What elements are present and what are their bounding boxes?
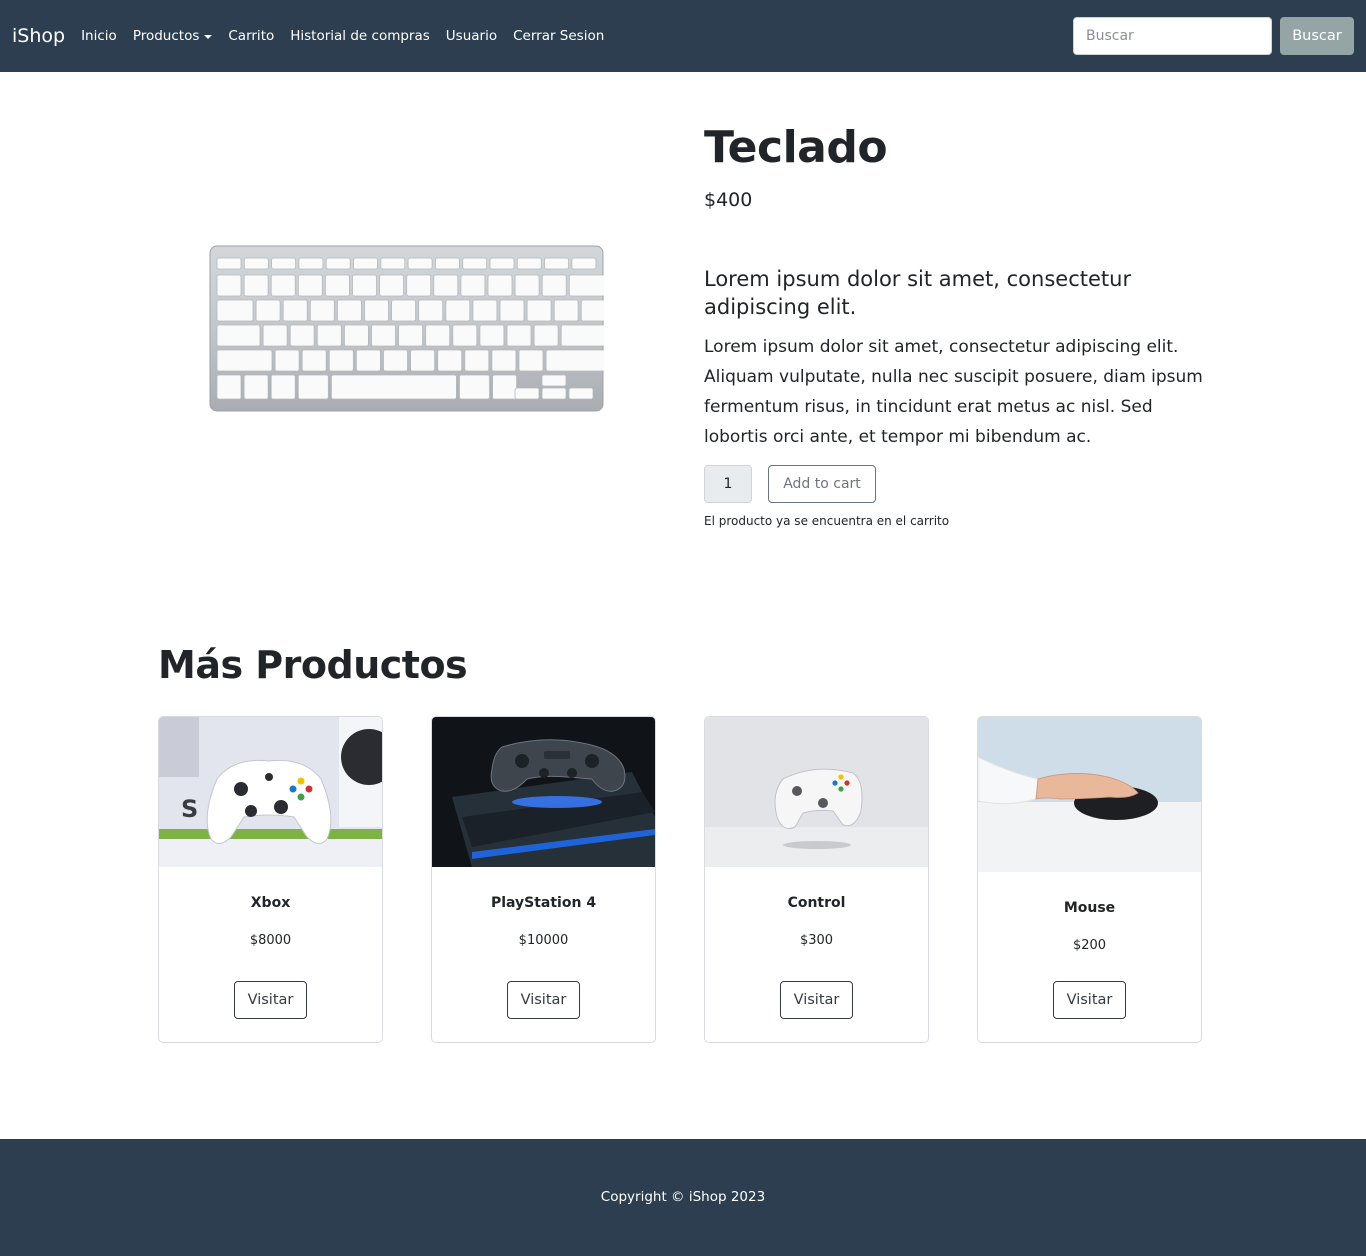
cart-status-note: El producto ya se encuentra en el carrit… (704, 514, 950, 528)
card-price: $300 (799, 933, 834, 948)
product-card-control: Control $300 Visitar (704, 716, 929, 1043)
xbox-controller-image: S (159, 717, 382, 867)
card-price: $8000 (249, 933, 292, 948)
quantity-input[interactable] (704, 465, 752, 503)
gamepad-controller-image (705, 717, 928, 867)
product-title: Teclado (704, 122, 888, 173)
footer: Copyright © iShop 2023 (0, 1139, 1366, 1256)
nav-link-historial[interactable]: Historial de compras (290, 28, 430, 44)
product-lead: Lorem ipsum dolor sit amet, consectetur … (704, 267, 1132, 319)
nav-link-usuario[interactable]: Usuario (446, 28, 497, 44)
svg-text:S: S (181, 795, 198, 823)
more-products-title: Más Productos (158, 643, 468, 687)
footer-copyright: Copyright © iShop 2023 (600, 1189, 766, 1205)
search-button[interactable]: Buscar (1280, 17, 1354, 55)
product-price: $400 (704, 189, 753, 211)
navbar: iShop Inicio Productos Carrito Historial… (0, 0, 1366, 72)
product-card-xbox: S Xbox $8000 Visitar (158, 716, 383, 1043)
nav-dropdown-productos[interactable]: Productos (133, 28, 213, 44)
brand-logo[interactable]: iShop (12, 25, 65, 47)
visit-button-mouse[interactable]: Visitar (1053, 981, 1126, 1019)
mouse-product-image (978, 717, 1201, 872)
search-form: Buscar (1073, 17, 1354, 55)
product-description: Lorem ipsum dolor sit amet, consectetur … (704, 337, 1203, 447)
product-card-mouse: Mouse $200 Visitar (977, 716, 1202, 1043)
nav-link-carrito[interactable]: Carrito (228, 28, 274, 44)
card-name: Control (787, 895, 846, 911)
playstation-4-image (432, 717, 655, 867)
nav-link-cerrar-sesion[interactable]: Cerrar Sesion (513, 28, 604, 44)
nav-dropdown-productos-label: Productos (132, 28, 200, 44)
visit-button-playstation-4[interactable]: Visitar (507, 981, 580, 1019)
visit-button-xbox[interactable]: Visitar (234, 981, 307, 1019)
nav-link-inicio[interactable]: Inicio (81, 28, 117, 44)
caret-down-icon (204, 34, 213, 39)
keyboard-product-image (209, 245, 604, 412)
card-name: PlayStation 4 (490, 895, 597, 911)
card-name: Xbox (250, 895, 291, 911)
product-card-playstation-4: PlayStation 4 $10000 Visitar (431, 716, 656, 1043)
card-name: Mouse (1063, 900, 1116, 916)
visit-button-control[interactable]: Visitar (780, 981, 853, 1019)
card-price: $10000 (518, 933, 569, 948)
search-input[interactable] (1073, 17, 1272, 55)
card-price: $200 (1072, 938, 1107, 953)
add-to-cart-button[interactable]: Add to cart (768, 465, 876, 503)
